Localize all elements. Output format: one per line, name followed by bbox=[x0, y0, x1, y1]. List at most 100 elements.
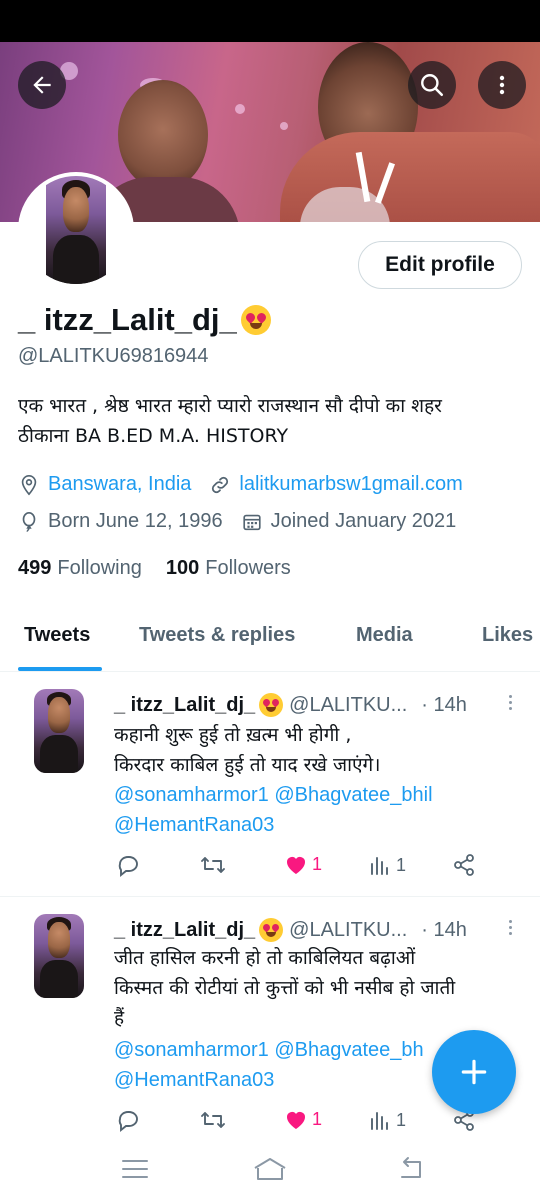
compose-tweet-button[interactable] bbox=[432, 1030, 516, 1114]
reply-button[interactable] bbox=[116, 1108, 140, 1132]
more-vertical-icon bbox=[499, 75, 505, 95]
tweet-author-name[interactable]: _ itzz_Lalit_dj_ bbox=[114, 694, 255, 717]
retweet-icon bbox=[201, 857, 225, 873]
menu-icon bbox=[122, 1160, 148, 1178]
profile-avatar[interactable] bbox=[18, 172, 134, 288]
view-count: 1 bbox=[396, 1109, 407, 1130]
mention-link[interactable]: @sonamharmor1 @Bhagvatee_bhil bbox=[114, 780, 524, 810]
heart-eyes-emoji-icon bbox=[259, 693, 284, 717]
compose-plus-icon bbox=[461, 1059, 487, 1085]
following-link[interactable]: 499 Following bbox=[18, 557, 142, 580]
followers-link[interactable]: 100 Followers bbox=[166, 557, 291, 580]
system-back-button[interactable] bbox=[396, 1156, 426, 1187]
more-button[interactable] bbox=[478, 61, 526, 109]
tweet-author-handle: @LALITKU... bbox=[289, 918, 408, 941]
tweet-text-line: जीत हासिल करनी हो तो काबिलियत बढ़ाओं bbox=[114, 947, 416, 969]
back-button[interactable] bbox=[18, 61, 66, 109]
tweet-more-button[interactable] bbox=[506, 693, 514, 711]
profile-birthday: Born June 12, 1996 bbox=[48, 510, 223, 532]
search-button[interactable] bbox=[408, 61, 456, 109]
views-button[interactable]: 1 bbox=[368, 1108, 406, 1132]
tweet-actions: 1 1 bbox=[116, 853, 486, 883]
recents-button[interactable] bbox=[120, 1156, 150, 1187]
like-button[interactable]: 1 bbox=[284, 1108, 322, 1130]
tab-tweets[interactable]: Tweets bbox=[24, 624, 90, 647]
views-icon bbox=[371, 857, 388, 875]
profile-name: _ itzz_Lalit_dj_ bbox=[18, 302, 237, 337]
profile-name-row: _ itzz_Lalit_dj_ bbox=[18, 302, 271, 338]
tab-tweets-replies[interactable]: Tweets & replies bbox=[139, 624, 295, 647]
reply-icon bbox=[118, 1111, 138, 1132]
tweet-mentions: @sonamharmor1 @Bhagvatee_bhil @HemantRan… bbox=[114, 780, 524, 840]
avatar-photo bbox=[34, 689, 84, 773]
mention-link[interactable]: @HemantRana03 bbox=[114, 810, 524, 840]
like-button[interactable]: 1 bbox=[284, 853, 322, 875]
profile-location[interactable]: Banswara, India bbox=[48, 473, 191, 496]
location-pin-icon bbox=[21, 474, 37, 495]
tab-media[interactable]: Media bbox=[356, 624, 413, 647]
home-button[interactable] bbox=[252, 1156, 288, 1187]
search-icon bbox=[421, 74, 444, 97]
tweet[interactable]: _ itzz_Lalit_dj_ @LALITKU... · 14h कहानी… bbox=[0, 673, 540, 897]
share-icon bbox=[454, 854, 474, 876]
retweet-icon bbox=[201, 1112, 225, 1128]
tweet-time: · 14h bbox=[421, 693, 467, 716]
heart-icon bbox=[287, 1112, 305, 1129]
tweet-text: कहानी शुरू हुई तो ख़त्म भी होगी , किरदार… bbox=[114, 720, 524, 780]
tweet-text-line: हैं bbox=[114, 1007, 125, 1029]
tweet-text-line: किस्मत की रोटीयां तो कुत्तों को भी नसीब … bbox=[114, 977, 456, 999]
balloon-icon bbox=[22, 511, 36, 532]
tweet-text-line: किरदार काबिल हुई तो याद रखे जाएंगे। bbox=[114, 754, 381, 776]
banner-light bbox=[280, 122, 288, 130]
profile-handle: @LALITKU69816944 bbox=[18, 345, 209, 367]
reply-button[interactable] bbox=[116, 853, 140, 877]
active-tab-indicator bbox=[18, 667, 102, 671]
status-bar bbox=[0, 0, 540, 42]
bio-line: एक भारत , श्रेष्ठ भारत म्हारो प्यारो राज… bbox=[18, 395, 442, 417]
tweet-text-line: कहानी शुरू हुई तो ख़त्म भी होगी , bbox=[114, 724, 352, 746]
heart-eyes-emoji-icon bbox=[259, 918, 284, 942]
banner-light bbox=[235, 104, 245, 114]
view-count: 1 bbox=[396, 854, 407, 875]
like-count: 1 bbox=[312, 853, 323, 874]
back-arrow-icon bbox=[33, 76, 51, 94]
tweet-more-button[interactable] bbox=[506, 918, 514, 936]
link-icon bbox=[212, 476, 229, 493]
follow-counts: 499 Following 100 Followers bbox=[18, 557, 315, 580]
tab-likes[interactable]: Likes bbox=[482, 624, 533, 647]
followers-label: Followers bbox=[205, 557, 291, 579]
tweet-author-name[interactable]: _ itzz_Lalit_dj_ bbox=[114, 919, 255, 942]
profile-joined: Joined January 2021 bbox=[270, 510, 457, 532]
profile-tabs: Tweets Tweets & replies Media Likes bbox=[0, 612, 540, 672]
views-button[interactable]: 1 bbox=[368, 853, 406, 877]
tweet-actions: 1 1 bbox=[116, 1108, 486, 1138]
profile-meta-row: Banswara, India lalitkumarbsw1gmail.com bbox=[18, 473, 481, 496]
tweet-avatar[interactable] bbox=[34, 689, 84, 773]
following-label: Following bbox=[57, 557, 142, 579]
reply-icon bbox=[118, 856, 138, 877]
retweet-button[interactable] bbox=[200, 1108, 226, 1132]
retweet-button[interactable] bbox=[200, 853, 226, 877]
profile-bio: एक भारत , श्रेष्ठ भारत म्हारो प्यारो राज… bbox=[18, 391, 528, 451]
followers-count: 100 bbox=[165, 557, 200, 579]
tweet-text: जीत हासिल करनी हो तो काबिलियत बढ़ाओं किस… bbox=[114, 943, 524, 1033]
bio-line: ठीकाना BA B.ED M.A. HISTORY bbox=[18, 425, 289, 447]
tweet-time: · 14h bbox=[421, 918, 467, 941]
tweet-header: _ itzz_Lalit_dj_ @LALITKU... · 14h bbox=[114, 918, 467, 942]
tweet-header: _ itzz_Lalit_dj_ @LALITKU... · 14h bbox=[114, 693, 467, 717]
banner-person bbox=[118, 80, 208, 190]
profile-meta-row: Born June 12, 1996 Joined January 2021 bbox=[18, 510, 474, 533]
heart-eyes-emoji-icon bbox=[240, 305, 271, 335]
tweet-author-handle: @LALITKU... bbox=[289, 693, 408, 716]
tweet-avatar[interactable] bbox=[34, 914, 84, 998]
profile-website[interactable]: lalitkumarbsw1gmail.com bbox=[239, 473, 462, 496]
like-count: 1 bbox=[312, 1108, 323, 1129]
following-count: 499 bbox=[18, 557, 52, 579]
back-icon bbox=[401, 1157, 421, 1178]
edit-profile-button[interactable]: Edit profile bbox=[358, 241, 522, 289]
heart-icon bbox=[287, 857, 305, 874]
avatar-photo bbox=[46, 176, 106, 284]
home-icon bbox=[254, 1158, 286, 1180]
avatar-photo bbox=[34, 914, 84, 998]
share-button[interactable] bbox=[452, 853, 476, 877]
